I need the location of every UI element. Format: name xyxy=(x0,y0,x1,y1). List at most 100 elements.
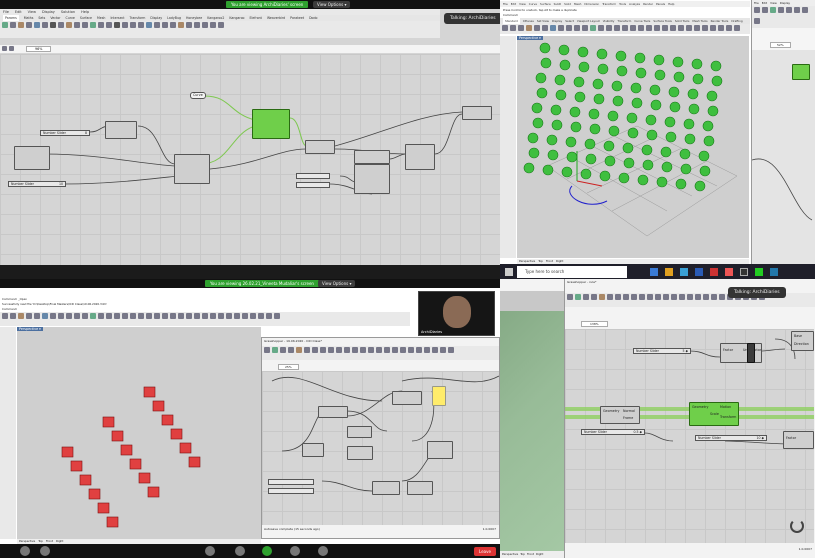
menu-panels[interactable]: Panels xyxy=(656,1,665,7)
taskbar-app-icon[interactable] xyxy=(725,268,733,276)
taskbar-app-icon[interactable] xyxy=(695,268,703,276)
q3-rhino-toolbar[interactable] xyxy=(0,312,410,326)
menu-display[interactable]: Display xyxy=(780,1,790,5)
q3-number-slider[interactable] xyxy=(268,479,314,485)
menu-curve[interactable]: Curve xyxy=(529,1,537,7)
viewtab-top[interactable]: Top xyxy=(520,551,525,558)
q2-taskbar-search[interactable]: Type here to search xyxy=(517,266,627,278)
q4-refresh-icon[interactable] xyxy=(790,519,804,533)
q3-component[interactable] xyxy=(318,406,348,418)
q3-left-tool-palette[interactable] xyxy=(0,327,16,539)
menu-edit[interactable]: Edit xyxy=(762,1,767,5)
q3-component[interactable] xyxy=(392,391,422,405)
q4-component-factor[interactable]: FactorUnit vector xyxy=(720,343,762,363)
q1-kangaroo-solver[interactable] xyxy=(252,109,290,139)
q1-component[interactable] xyxy=(354,164,390,194)
menu-help[interactable]: Help xyxy=(668,1,674,7)
mute-icon[interactable] xyxy=(20,546,30,556)
menu-subd[interactable]: SubD xyxy=(554,1,561,7)
reactions-icon[interactable] xyxy=(318,546,328,556)
q1-component[interactable] xyxy=(174,154,210,184)
taskbar-app-icon[interactable] xyxy=(680,268,688,276)
menu-mesh[interactable]: Mesh xyxy=(574,1,581,7)
q3-gh-zoom[interactable]: 25% xyxy=(278,364,299,370)
q3-panel-yellow[interactable] xyxy=(432,386,446,406)
q4-component-normal[interactable]: Geometry Normal Frame xyxy=(600,406,640,424)
q4-gh-zoom[interactable]: 138% xyxy=(581,321,608,327)
video-icon[interactable] xyxy=(40,546,50,556)
q3-component[interactable] xyxy=(347,446,373,460)
menu-view[interactable]: View xyxy=(770,1,777,5)
q3-gh-canvas[interactable] xyxy=(262,371,499,525)
share-screen-icon[interactable] xyxy=(262,546,272,556)
q4-gh-canvas[interactable]: Number Slider5 ◆ FactorUnit vector BaseD… xyxy=(565,329,814,543)
q1-zoom-level[interactable]: 96% xyxy=(26,46,52,52)
q3-perspective-viewport[interactable]: Perspective ▾ xyxy=(17,327,261,539)
q2-command-line[interactable]: Command: xyxy=(503,13,518,17)
participants-icon[interactable] xyxy=(205,546,215,556)
q1-component[interactable] xyxy=(305,140,335,154)
menu-edit[interactable]: Edit xyxy=(511,1,516,7)
q1-gh-canvas[interactable]: Curve Number Slider 8 Number Slider 10 xyxy=(0,54,500,265)
q2-standard-toolbar[interactable] xyxy=(500,24,750,34)
q4-number-slider[interactable]: Number Slider 10 ◆ xyxy=(695,435,767,441)
q4-component-factor[interactable]: Factor xyxy=(783,431,814,449)
leave-button[interactable]: Leave xyxy=(474,547,496,556)
menu-tools[interactable]: Tools xyxy=(619,1,626,7)
viewtab-right[interactable]: Right xyxy=(536,551,543,558)
taskbar-app-icon[interactable] xyxy=(710,268,718,276)
menu-render[interactable]: Render xyxy=(643,1,653,7)
q4-number-slider[interactable]: Number Slider 0.5 ◆ xyxy=(581,429,645,435)
q3-viewport-label[interactable]: Perspective ▾ xyxy=(17,327,43,331)
q2-perspective-viewport[interactable]: Perspective ▾ xyxy=(517,36,749,258)
menu-view[interactable]: View xyxy=(519,1,526,7)
q2-right-toolbar[interactable] xyxy=(752,6,815,28)
menu-file[interactable]: File xyxy=(754,1,759,5)
q1-panel-curve[interactable]: Curve xyxy=(190,92,206,99)
q4-component-scale[interactable]: Geometry Scale Motion Transform xyxy=(689,402,739,426)
q1-component[interactable] xyxy=(405,144,435,170)
q1-component[interactable] xyxy=(14,146,50,170)
menu-surface[interactable]: Surface xyxy=(540,1,551,7)
chat-icon[interactable] xyxy=(235,546,245,556)
q1-view-options-button[interactable]: View Options ▾ xyxy=(313,1,351,8)
q1-component-icon-toolbar[interactable] xyxy=(0,21,440,38)
viewtab-perspective[interactable]: Perspective xyxy=(502,551,518,558)
q4-number-slider[interactable]: Number Slider 5 ◆ xyxy=(633,348,691,354)
q3-gh-toolbar[interactable] xyxy=(262,346,499,360)
q1-number-slider[interactable]: Number Slider 8 xyxy=(40,130,90,136)
q2-right-canvas[interactable] xyxy=(752,50,815,264)
taskbar-app-icon[interactable] xyxy=(665,268,673,276)
menu-transform[interactable]: Transform xyxy=(602,1,616,7)
q1-number-slider[interactable] xyxy=(296,173,330,179)
q1-number-slider[interactable] xyxy=(296,182,330,188)
q3-view-options-button[interactable]: View Options ▾ xyxy=(318,280,356,287)
taskbar-app-icon[interactable] xyxy=(740,268,748,276)
taskbar-app-icon[interactable] xyxy=(770,268,778,276)
q3-participant-video[interactable]: ArchiDiaries xyxy=(418,291,495,336)
q2-right-zoom[interactable]: 52% xyxy=(770,42,791,48)
q3-component[interactable] xyxy=(372,481,400,495)
q2-left-tool-palette[interactable] xyxy=(500,36,516,258)
record-icon[interactable] xyxy=(290,546,300,556)
q4-component[interactable]: Base Direction xyxy=(791,331,814,351)
taskbar-app-icon[interactable] xyxy=(650,268,658,276)
menu-analyze[interactable]: Analyze xyxy=(629,1,640,7)
q1-component[interactable] xyxy=(105,121,137,139)
q3-command-input[interactable]: Command: xyxy=(2,307,17,311)
q3-component[interactable] xyxy=(302,443,324,457)
viewtab-front[interactable]: Front xyxy=(527,551,534,558)
q3-component[interactable] xyxy=(347,426,372,438)
q1-number-slider[interactable]: Number Slider 10 xyxy=(8,181,66,187)
windows-start-icon[interactable] xyxy=(505,268,513,276)
menu-solid[interactable]: Solid xyxy=(564,1,571,7)
q3-viewing-banner: You are viewing 26.02.21_Vineeta Mudalia… xyxy=(205,280,319,287)
q3-number-slider[interactable] xyxy=(268,488,314,494)
menu-file[interactable]: File xyxy=(503,1,508,7)
q1-component[interactable] xyxy=(462,106,492,120)
menu-dimension[interactable]: Dimension xyxy=(584,1,599,7)
q1-component[interactable] xyxy=(354,150,390,164)
taskbar-app-icon[interactable] xyxy=(755,268,763,276)
q3-component[interactable] xyxy=(427,441,453,459)
q3-component[interactable] xyxy=(407,481,433,495)
